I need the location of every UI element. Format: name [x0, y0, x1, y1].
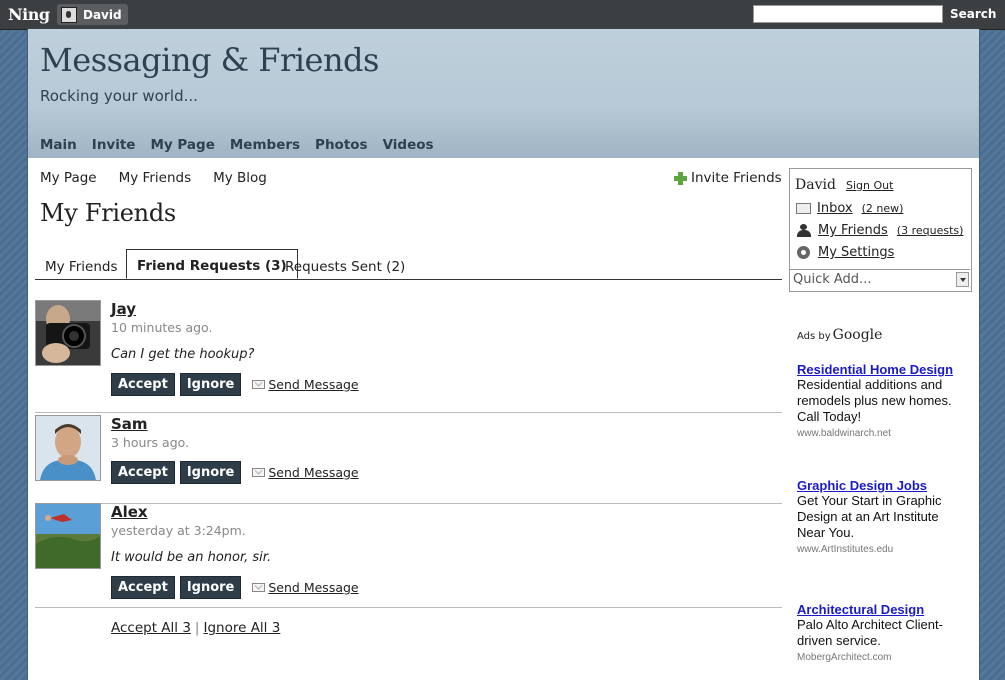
sidebar-item-settings: My Settings	[796, 245, 894, 260]
accept-button[interactable]: Accept	[111, 373, 175, 396]
bulk-actions: Accept All 3 | Ignore All 3	[111, 620, 280, 636]
subnav-my-friends[interactable]: My Friends	[119, 170, 191, 186]
request-time: 3 hours ago.	[111, 435, 190, 450]
site-tagline: Rocking your world...	[40, 87, 198, 105]
ads-by-text: Ads by	[797, 331, 831, 342]
send-message-link[interactable]: Send Message	[252, 580, 359, 595]
tab-friend-requests[interactable]: Friend Requests (3)	[126, 249, 298, 279]
tab-bar: My Friends Friend Requests (3) Requests …	[35, 249, 782, 280]
bulk-separator: |	[194, 620, 200, 636]
accept-all-link[interactable]: Accept All 3	[111, 620, 191, 636]
request-time: 10 minutes ago.	[111, 320, 213, 335]
request-item: Alex yesterday at 3:24pm. It would be an…	[35, 503, 782, 608]
nav-my-page[interactable]: My Page	[150, 137, 214, 153]
avatar[interactable]	[35, 415, 101, 481]
user-name: David	[83, 7, 122, 22]
request-message: It would be an honor, sir.	[111, 550, 272, 565]
ignore-all-link[interactable]: Ignore All 3	[203, 620, 280, 636]
chevron-down-icon[interactable]	[956, 272, 969, 287]
envelope-icon	[252, 468, 266, 477]
main-nav: Main Invite My Page Members Photos Video…	[40, 137, 434, 153]
nav-videos[interactable]: Videos	[383, 137, 434, 153]
sidebar-item-friends: My Friends (3 requests)	[796, 223, 963, 238]
friends-icon	[796, 224, 812, 237]
ads-label: Ads by Google	[797, 327, 882, 343]
nav-photos[interactable]: Photos	[315, 137, 368, 153]
invite-friends-link[interactable]: Invite Friends	[674, 170, 782, 186]
request-actions: Accept Ignore Send Message	[111, 461, 359, 484]
search-button[interactable]: Search	[946, 5, 1000, 23]
quick-add-value: Quick Add...	[793, 272, 872, 287]
plus-icon	[674, 171, 687, 185]
top-bar: Ning David Search	[0, 0, 1005, 30]
tab-requests-sent[interactable]: Requests Sent (2)	[275, 255, 415, 279]
nav-invite[interactable]: Invite	[92, 137, 136, 153]
tab-my-friends[interactable]: My Friends	[35, 255, 127, 279]
envelope-icon	[252, 583, 266, 592]
ad-body: Residential additions and remodels plus …	[797, 377, 952, 424]
ning-logo[interactable]: Ning	[8, 5, 50, 24]
user-menu[interactable]: David	[57, 4, 128, 25]
ad-title[interactable]: Residential Home Design	[797, 362, 967, 377]
request-message: Can I get the hookup?	[111, 347, 255, 362]
ad-url[interactable]: MobergArchitect.com	[797, 652, 967, 663]
avatar[interactable]	[35, 503, 101, 569]
site-header: Messaging & Friends Rocking your world..…	[28, 29, 979, 158]
send-message-label: Send Message	[268, 465, 359, 480]
inbox-count-link[interactable]: (2 new)	[862, 202, 904, 215]
ad-url[interactable]: www.baldwinarch.net	[797, 428, 967, 439]
requester-name[interactable]: Alex	[111, 503, 148, 521]
sign-out-link[interactable]: Sign Out	[846, 179, 893, 192]
request-item: Sam 3 hours ago. Accept Ignore Send Mess…	[35, 415, 782, 504]
send-message-link[interactable]: Send Message	[252, 377, 359, 392]
inbox-icon	[796, 203, 811, 214]
ad-item: Graphic Design Jobs Get Your Start in Gr…	[797, 478, 967, 555]
invite-friends-label: Invite Friends	[691, 170, 782, 186]
send-message-label: Send Message	[268, 377, 359, 392]
subnav-my-page[interactable]: My Page	[40, 170, 97, 186]
accept-button[interactable]: Accept	[111, 461, 175, 484]
quick-add-select[interactable]: Quick Add...	[789, 269, 970, 290]
sidebar-user-name: David	[795, 177, 836, 193]
user-avatar-icon	[61, 6, 77, 23]
friend-requests-count-link[interactable]: (3 requests)	[897, 224, 964, 237]
page-title: My Friends	[40, 199, 176, 227]
ad-item: Architectural Design Palo Alto Architect…	[797, 602, 967, 663]
ad-body: Palo Alto Architect Client-driven servic…	[797, 617, 943, 648]
search-input[interactable]	[753, 5, 943, 23]
inbox-link[interactable]: Inbox	[817, 201, 853, 216]
send-message-label: Send Message	[268, 580, 359, 595]
nav-main[interactable]: Main	[40, 137, 77, 153]
my-settings-link[interactable]: My Settings	[818, 245, 894, 260]
ad-title[interactable]: Graphic Design Jobs	[797, 478, 967, 493]
gear-icon	[796, 246, 812, 259]
request-item: Jay 10 minutes ago. Can I get the hookup…	[35, 300, 782, 413]
ignore-button[interactable]: Ignore	[179, 373, 242, 396]
ad-url[interactable]: www.ArtInstitutes.edu	[797, 544, 967, 555]
page-frame: Messaging & Friends Rocking your world..…	[27, 29, 980, 680]
requester-name[interactable]: Sam	[111, 415, 148, 433]
sidebar-item-inbox: Inbox (2 new)	[796, 201, 903, 216]
avatar[interactable]	[35, 300, 101, 366]
ignore-button[interactable]: Ignore	[179, 576, 242, 599]
send-message-link[interactable]: Send Message	[252, 465, 359, 480]
ignore-button[interactable]: Ignore	[179, 461, 242, 484]
request-actions: Accept Ignore Send Message	[111, 576, 359, 599]
site-title[interactable]: Messaging & Friends	[40, 41, 379, 79]
ad-item: Residential Home Design Residential addi…	[797, 362, 967, 439]
nav-members[interactable]: Members	[230, 137, 300, 153]
accept-button[interactable]: Accept	[111, 576, 175, 599]
subnav-my-blog[interactable]: My Blog	[213, 170, 267, 186]
request-time: yesterday at 3:24pm.	[111, 523, 246, 538]
my-friends-link[interactable]: My Friends	[818, 223, 888, 238]
ad-title[interactable]: Architectural Design	[797, 602, 967, 617]
envelope-icon	[252, 380, 266, 389]
ad-body: Get Your Start in Graphic Design at an A…	[797, 493, 942, 540]
requester-name[interactable]: Jay	[111, 300, 136, 318]
google-logo: Google	[832, 327, 883, 343]
sub-nav: My Page My Friends My Blog	[40, 170, 267, 186]
request-actions: Accept Ignore Send Message	[111, 373, 359, 396]
